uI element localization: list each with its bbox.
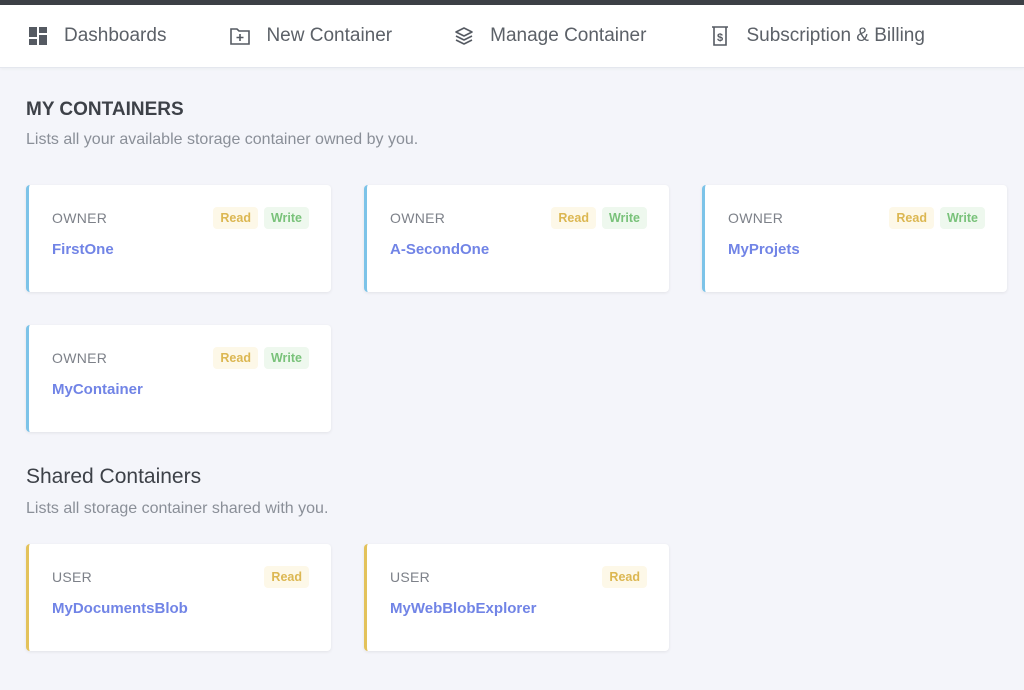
container-card[interactable]: OWNER Read Write A-SecondOne xyxy=(364,185,669,292)
read-badge: Read xyxy=(213,207,258,229)
card-role: USER xyxy=(390,569,431,585)
permission-badges: Read xyxy=(602,566,647,588)
nav-dashboards-label: Dashboards xyxy=(64,25,167,46)
write-badge: Write xyxy=(263,207,309,229)
main-nav: Dashboards New Container Manage Containe… xyxy=(0,5,1024,68)
card-role: USER xyxy=(52,569,93,585)
read-badge: Read xyxy=(551,207,596,229)
shared-container-card[interactable]: USER Read MyWebBlobExplorer xyxy=(364,544,669,651)
read-badge: Read xyxy=(889,207,934,229)
write-badge: Write xyxy=(939,207,985,229)
svg-text:$: $ xyxy=(717,32,723,44)
read-badge: Read xyxy=(264,566,309,588)
folder-plus-icon xyxy=(230,26,251,46)
container-card[interactable]: OWNER Read Write MyContainer xyxy=(26,325,331,432)
permission-badges: Read Write xyxy=(551,207,647,229)
container-card[interactable]: OWNER Read Write FirstOne xyxy=(26,185,331,292)
card-role: OWNER xyxy=(52,350,108,366)
layers-icon xyxy=(454,26,474,46)
permission-badges: Read Write xyxy=(213,207,309,229)
permission-badges: Read Write xyxy=(213,347,309,369)
card-role: OWNER xyxy=(390,210,446,226)
container-name-link[interactable]: MyProjets xyxy=(728,241,800,258)
dollar-receipt-icon: $ xyxy=(710,26,730,46)
nav-dashboards[interactable]: Dashboards xyxy=(28,25,166,47)
write-badge: Write xyxy=(263,347,309,369)
my-containers-subtitle: Lists all your available storage contain… xyxy=(26,131,419,148)
container-card[interactable]: OWNER Read Write MyProjets xyxy=(702,185,1007,292)
container-name-link[interactable]: MyDocumentsBlob xyxy=(52,600,188,617)
container-name-link[interactable]: A-SecondOne xyxy=(390,241,489,258)
permission-badges: Read xyxy=(264,566,309,588)
nav-new-container-label: New Container xyxy=(266,25,393,46)
container-name-link[interactable]: MyWebBlobExplorer xyxy=(390,600,536,617)
nav-manage-container-label: Manage Container xyxy=(490,25,647,46)
nav-subscription-billing[interactable]: $ Subscription & Billing xyxy=(710,25,925,47)
nav-manage-container[interactable]: Manage Container xyxy=(454,25,646,47)
read-badge: Read xyxy=(602,566,647,588)
write-badge: Write xyxy=(601,207,647,229)
read-badge: Read xyxy=(213,347,258,369)
card-role: OWNER xyxy=(52,210,108,226)
container-name-link[interactable]: MyContainer xyxy=(52,381,143,398)
shared-containers-subtitle: Lists all storage container shared with … xyxy=(26,500,329,517)
permission-badges: Read Write xyxy=(889,207,985,229)
nav-subscription-billing-label: Subscription & Billing xyxy=(746,25,925,46)
container-name-link[interactable]: FirstOne xyxy=(52,241,114,258)
my-containers-title: MY CONTAINERS xyxy=(26,99,184,120)
shared-containers-title: Shared Containers xyxy=(26,465,202,488)
nav-new-container[interactable]: New Container xyxy=(230,25,392,47)
shared-container-card[interactable]: USER Read MyDocumentsBlob xyxy=(26,544,331,651)
dashboard-grid-icon xyxy=(28,26,48,46)
card-role: OWNER xyxy=(728,210,784,226)
